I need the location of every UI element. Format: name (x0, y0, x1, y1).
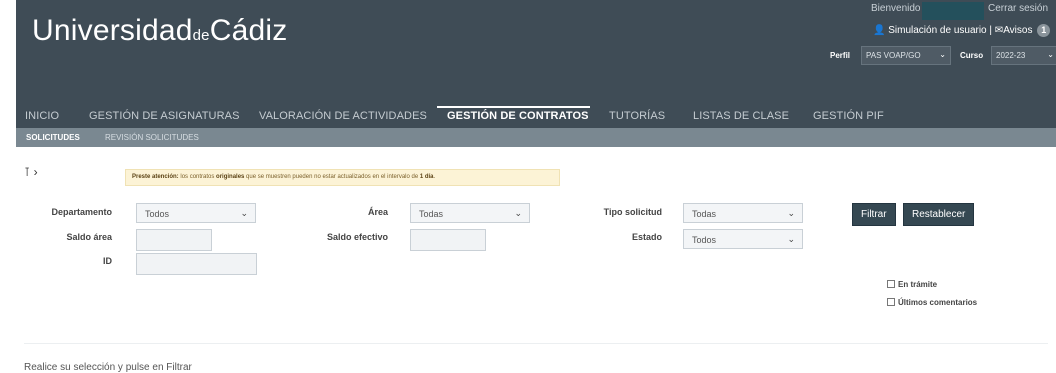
id-label: ID (103, 256, 112, 266)
tipo-solicitud-label: Tipo solicitud (603, 207, 662, 217)
instructions-text: Realice su selección y pulse en Filtrar (24, 362, 192, 373)
restablecer-button[interactable]: Restablecer (903, 203, 975, 226)
notices-link[interactable]: Avisos (1003, 25, 1032, 36)
nav-tutorias[interactable]: TUTORÍAS (609, 110, 665, 122)
chevron-down-icon: ⌄ (939, 50, 946, 59)
saldo-efectivo-input[interactable] (410, 229, 486, 251)
saldo-area-label: Saldo área (66, 232, 112, 242)
top-header: UniversidaddeCádiz Bienvenido Cerrar ses… (16, 0, 1056, 128)
curso-select[interactable]: 2022-23 ⌄ (991, 46, 1056, 65)
notice-banner: Preste atención: los contratos originale… (125, 169, 560, 186)
section-divider (24, 343, 1048, 344)
subnav-revision-solicitudes[interactable]: REVISIÓN SOLICITUDES (105, 133, 199, 142)
chevron-down-icon: ⌄ (240, 208, 248, 218)
estado-label: Estado (631, 232, 662, 242)
curso-label: Curso (960, 51, 984, 60)
checkbox-box[interactable] (887, 298, 895, 306)
area-select[interactable]: Todas ⌄ (410, 203, 530, 223)
perfil-label: Perfil (830, 51, 851, 60)
sub-nav: SOLICITUDES REVISIÓN SOLICITUDES (16, 128, 1056, 147)
estado-select[interactable]: Todos ⌄ (683, 229, 803, 249)
user-icon: 👤 (873, 25, 886, 36)
departamento-select[interactable]: Todos ⌄ (136, 203, 256, 223)
simulation-link[interactable]: Simulación de usuario (888, 25, 986, 36)
main-nav: INICIO GESTIÓN DE ASIGNATURAS VALORACIÓN… (16, 106, 1056, 128)
nav-listas-clase[interactable]: LISTAS DE CLASE (693, 110, 789, 122)
chevron-down-icon: ⌄ (787, 208, 795, 218)
logout-link[interactable]: Cerrar sesión (988, 3, 1048, 14)
nav-valoracion-actividades[interactable]: VALORACIÓN DE ACTIVIDADES (259, 110, 427, 122)
filter-toggle[interactable]: ⊺ › (24, 165, 38, 179)
saldo-efectivo-label: Saldo efectivo (326, 232, 388, 242)
id-input[interactable] (136, 253, 257, 275)
en-tramite-checkbox[interactable]: En trámite (887, 280, 937, 289)
chevron-right-icon: › (33, 165, 38, 179)
checkbox-box[interactable] (887, 280, 895, 288)
nav-gestion-pif[interactable]: GESTIÓN PIF (813, 110, 884, 122)
chevron-down-icon: ⌄ (514, 208, 522, 218)
user-links: 👤 Simulación de usuario | ✉Avisos 1 (873, 24, 1051, 37)
active-tab-indicator (437, 106, 590, 108)
subnav-solicitudes[interactable]: SOLICITUDES (26, 133, 80, 142)
username-box (922, 2, 984, 20)
nav-gestion-contratos[interactable]: GESTIÓN DE CONTRATOS (447, 110, 589, 122)
welcome-text: Bienvenido (871, 3, 921, 14)
mail-icon: ✉ (994, 25, 1004, 36)
nav-gestion-asignaturas[interactable]: GESTIÓN DE ASIGNATURAS (89, 110, 240, 122)
filtrar-button[interactable]: Filtrar (852, 203, 896, 226)
nav-inicio[interactable]: INICIO (25, 110, 59, 122)
tipo-solicitud-select[interactable]: Todas ⌄ (683, 203, 803, 223)
filter-icon: ⊺ (24, 165, 31, 179)
chevron-down-icon: ⌄ (787, 234, 795, 244)
university-logo[interactable]: UniversidaddeCádiz (32, 14, 287, 48)
departamento-label: Departamento (51, 207, 112, 217)
ultimos-comentarios-checkbox[interactable]: Últimos comentarios (887, 298, 977, 307)
area-label: Área (367, 207, 388, 217)
notices-badge[interactable]: 1 (1037, 24, 1051, 37)
chevron-down-icon: ⌄ (1047, 50, 1054, 59)
perfil-select[interactable]: PAS VOAP/GO ⌄ (861, 46, 951, 65)
saldo-area-input[interactable] (136, 229, 212, 251)
